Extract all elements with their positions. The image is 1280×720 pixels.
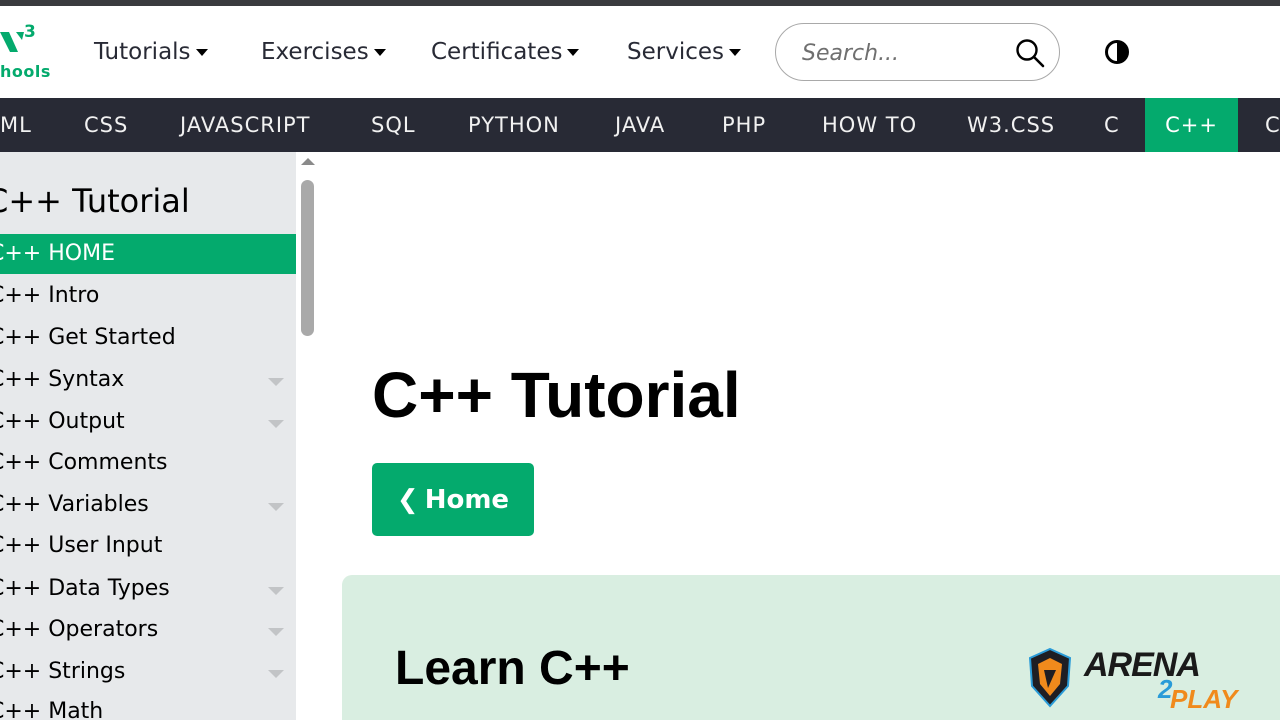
caret-down-icon — [567, 48, 580, 56]
watermark-word-arena: ARENA — [1084, 646, 1201, 684]
sidebar-item-variables[interactable]: C++ Variables — [0, 485, 296, 525]
w3schools-logo[interactable]: 3 hools — [0, 22, 50, 84]
sidebar-item-user-input[interactable]: C++ User Input — [0, 526, 296, 566]
topnav-item-php[interactable]: PHP — [722, 98, 766, 152]
sidebar-item-home[interactable]: C++ HOME — [0, 234, 296, 274]
topnav-item-python[interactable]: PYTHON — [468, 98, 560, 152]
sidebar-item-strings[interactable]: C++ Strings — [0, 652, 296, 692]
sidebar-item-operators[interactable]: C++ Operators — [0, 610, 296, 650]
contrast-icon[interactable] — [1104, 39, 1130, 65]
site-header: 3 hools Tutorials Exercises Certificates… — [0, 6, 1280, 98]
home-button[interactable]: ❮ Home — [372, 463, 534, 536]
caret-down-icon — [195, 48, 208, 56]
sidebar-item-label: C++ Output — [0, 409, 125, 434]
sidebar-item-label: C++ Get Started — [0, 325, 176, 350]
chevron-left-icon: ❮ — [396, 484, 419, 515]
arena2play-watermark: ARENA 2 PLAY — [1028, 646, 1237, 714]
topnav-item-cpp[interactable]: C++ — [1145, 98, 1238, 152]
menu-services[interactable]: Services — [627, 39, 741, 65]
scroll-up-arrow-icon[interactable] — [301, 158, 315, 165]
shield-logo-icon — [1028, 648, 1072, 708]
dropdown-arrow-icon[interactable] — [268, 628, 284, 636]
topnav-item-howto[interactable]: HOW TO — [822, 98, 917, 152]
topnav-item-w3css[interactable]: W3.CSS — [967, 98, 1055, 152]
sidebar-item-label: C++ Comments — [0, 450, 168, 475]
search-icon[interactable] — [1014, 37, 1046, 69]
sidebar-item-label: C++ Syntax — [0, 367, 125, 392]
search-box — [775, 23, 1060, 81]
sidebar-item-label: C++ HOME — [0, 241, 115, 266]
caret-down-icon — [729, 48, 741, 56]
dropdown-arrow-icon[interactable] — [268, 378, 284, 386]
menu-exercises-label: Exercises — [261, 39, 369, 65]
learn-heading: Learn C++ — [395, 642, 630, 695]
logo-superscript: 3 — [24, 22, 36, 42]
sidebar-item-label: C++ Operators — [0, 617, 159, 642]
dropdown-arrow-icon[interactable] — [268, 670, 284, 678]
dropdown-arrow-icon[interactable] — [268, 587, 284, 595]
dropdown-arrow-icon[interactable] — [268, 503, 284, 511]
topnav-item-csharp[interactable]: C — [1265, 98, 1280, 152]
menu-services-label: Services — [627, 39, 724, 65]
sidebar-item-label: C++ Strings — [0, 659, 126, 684]
scrollbar-thumb[interactable] — [301, 180, 314, 336]
menu-exercises[interactable]: Exercises — [261, 39, 386, 65]
sidebar-item-label: C++ User Input — [0, 533, 163, 558]
sidebar-title: C++ Tutorial — [0, 182, 190, 220]
sidebar-item-label: C++ Variables — [0, 492, 149, 517]
sidebar-item-label: C++ Data Types — [0, 576, 170, 601]
sidebar-item-output[interactable]: C++ Output — [0, 402, 296, 442]
sidebar-item-syntax[interactable]: C++ Syntax — [0, 360, 296, 400]
logo-wordmark: hools — [0, 62, 51, 81]
watermark-word-play: PLAY — [1170, 684, 1238, 714]
home-button-label: Home — [424, 484, 510, 515]
dropdown-arrow-icon[interactable] — [268, 420, 284, 428]
topnav-item-java[interactable]: JAVA — [615, 98, 665, 152]
menu-tutorials-label: Tutorials — [94, 39, 191, 65]
menu-tutorials[interactable]: Tutorials — [94, 39, 208, 65]
sidebar-item-get-started[interactable]: C++ Get Started — [0, 318, 296, 358]
sidebar-item-math[interactable]: C++ Math — [0, 692, 296, 720]
caret-down-icon — [373, 48, 386, 56]
topnav-item-c[interactable]: C — [1104, 98, 1120, 152]
topnav-item-css[interactable]: CSS — [84, 98, 128, 152]
search-input[interactable] — [802, 38, 1012, 68]
sidebar-item-label: C++ Intro — [0, 283, 100, 308]
sidebar-item-intro[interactable]: C++ Intro — [0, 276, 296, 316]
topnav-item-html[interactable]: ML — [0, 98, 32, 152]
sidebar-item-label: C++ Math — [0, 699, 104, 720]
sidebar-scrollbar[interactable] — [296, 152, 320, 720]
language-topnav: ML CSS JAVASCRIPT SQL PYTHON JAVA PHP HO… — [0, 98, 1280, 152]
sidebar-item-data-types[interactable]: C++ Data Types — [0, 569, 296, 609]
menu-certificates[interactable]: Certificates — [431, 39, 580, 65]
topnav-item-javascript[interactable]: JAVASCRIPT — [180, 98, 311, 152]
w3-logo-mark-icon — [0, 32, 24, 52]
page-title: C++ Tutorial — [372, 359, 741, 431]
menu-certificates-label: Certificates — [431, 39, 563, 65]
topnav-item-sql[interactable]: SQL — [371, 98, 416, 152]
sidebar: C++ Tutorial C++ HOME C++ Intro C++ Get … — [0, 152, 296, 720]
sidebar-item-comments[interactable]: C++ Comments — [0, 443, 296, 483]
